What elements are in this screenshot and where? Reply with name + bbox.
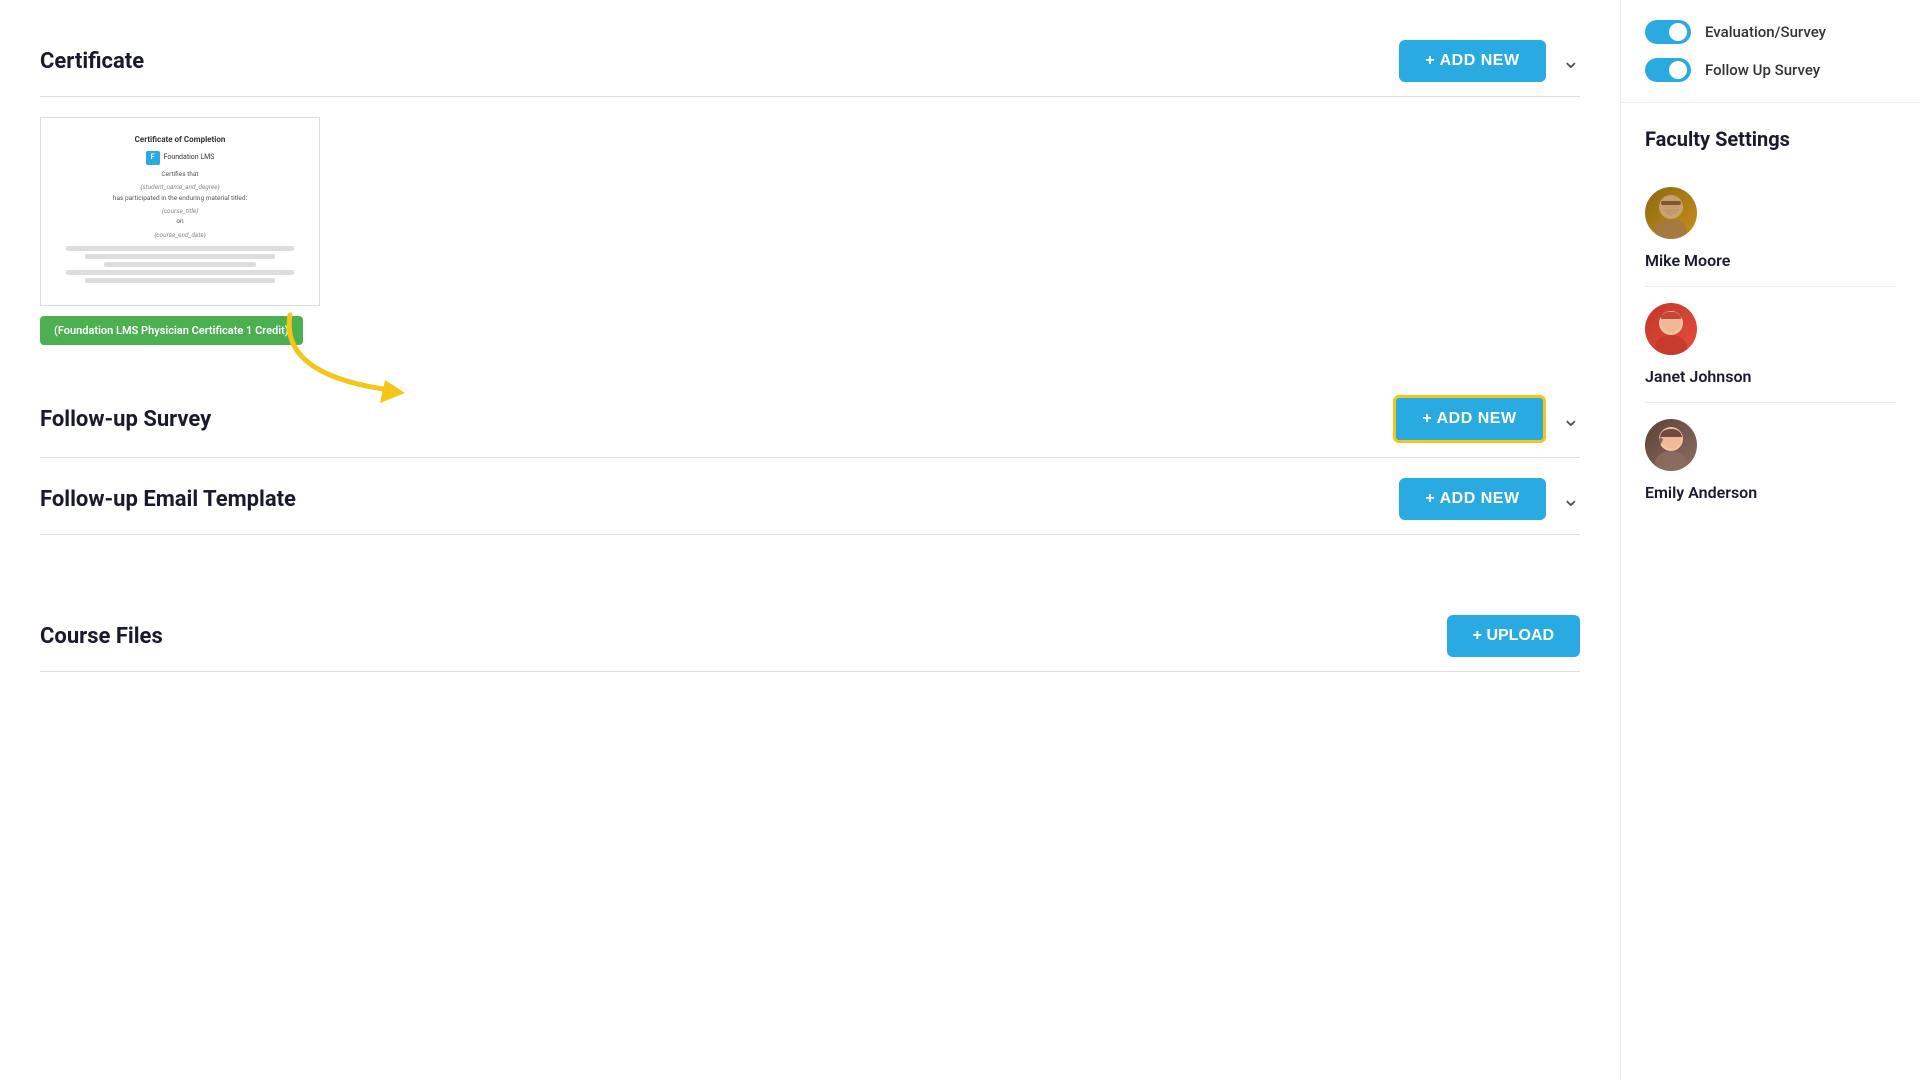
spacer [40,535,1580,595]
followup-email-add-new-button[interactable]: + ADD NEW [1399,478,1545,520]
cert-line-5 [85,278,276,283]
evaluation-survey-toggle-row: Evaluation/Survey [1645,20,1896,44]
faculty-card-mike-moore: Mike Moore [1645,171,1896,287]
followup-survey-add-new-button[interactable]: + ADD NEW [1393,395,1545,443]
followup-survey-toggle-row: Follow Up Survey [1645,58,1896,82]
followup-survey-title: Follow-up Survey [40,407,211,432]
certificate-title: Certificate [40,49,144,74]
sidebar-toggles: Evaluation/Survey Follow Up Survey [1621,0,1920,103]
sidebar: Evaluation/Survey Follow Up Survey Facul… [1620,0,1920,1080]
faculty-name-mike-moore: Mike Moore [1645,251,1730,270]
certificate-chevron-icon[interactable]: ⌄ [1562,49,1580,74]
cert-date-label: on [53,216,307,226]
cert-line-1 [66,246,295,251]
followup-survey-header-right: + ADD NEW ⌄ [1393,395,1580,443]
faculty-card-emily-anderson: Emily Anderson [1645,403,1896,518]
evaluation-survey-toggle[interactable] [1645,20,1691,44]
followup-survey-header: Follow-up Survey + ADD NEW ⌄ [40,375,1580,458]
cert-logo: F Foundation LMS [53,151,307,165]
cert-tag: (Foundation LMS Physician Certificate 1 … [40,316,303,345]
followup-email-title: Follow-up Email Template [40,487,296,512]
faculty-settings: Faculty Settings Mike Moore [1621,103,1920,542]
avatar-janet-johnson [1645,303,1697,355]
certificate-add-new-button[interactable]: + ADD NEW [1399,40,1545,82]
course-files-title: Course Files [40,624,163,649]
cert-participated: has participated in the enduring materia… [53,193,307,203]
cert-student-field: {student_name_and_degree} [53,182,307,192]
course-files-section: Course Files + UPLOAD [40,595,1580,672]
evaluation-survey-slider [1645,20,1691,44]
cert-course-title: {course_title} [53,206,307,216]
followup-survey-chevron-icon[interactable]: ⌄ [1562,407,1580,432]
certificate-section: Certificate + ADD NEW ⌄ Certificate of C… [40,20,1580,375]
cert-logo-box: F [146,151,160,165]
followup-survey-section: Follow-up Survey + ADD NEW ⌄ [40,375,1580,458]
cert-course-date: {course_end_date} [53,230,307,240]
faculty-card-janet-johnson: Janet Johnson [1645,287,1896,403]
cert-title: Certificate of Completion [53,134,307,147]
cert-line-4 [66,270,295,275]
followup-survey-slider [1645,58,1691,82]
cert-line-2 [85,254,276,259]
followup-survey-label: Follow Up Survey [1705,61,1820,79]
certificate-header: Certificate + ADD NEW ⌄ [40,20,1580,97]
followup-survey-toggle[interactable] [1645,58,1691,82]
faculty-settings-title: Faculty Settings [1645,127,1896,151]
cert-logo-text: Foundation LMS [164,152,215,163]
course-files-header-right: + UPLOAD [1447,615,1580,657]
main-content: Certificate + ADD NEW ⌄ Certificate of C… [0,0,1620,1080]
faculty-name-emily-anderson: Emily Anderson [1645,483,1757,502]
followup-email-header-right: + ADD NEW ⌄ [1399,478,1580,520]
followup-email-section: Follow-up Email Template + ADD NEW ⌄ [40,458,1580,535]
cert-certifies: Certifies that [53,169,307,179]
avatar-emily-anderson-img [1645,419,1697,471]
course-files-upload-button[interactable]: + UPLOAD [1447,615,1580,657]
followup-email-chevron-icon[interactable]: ⌄ [1562,487,1580,512]
cert-line-3 [104,262,256,267]
certificate-header-right: + ADD NEW ⌄ [1399,40,1580,82]
cert-lines [53,246,307,283]
certificate-preview: Certificate of Completion F Foundation L… [40,117,320,306]
followup-email-header: Follow-up Email Template + ADD NEW ⌄ [40,458,1580,535]
avatar-janet-johnson-img [1645,303,1697,355]
avatar-mike-moore-img [1645,187,1697,239]
course-files-header: Course Files + UPLOAD [40,595,1580,672]
avatar-mike-moore [1645,187,1697,239]
certificate-content: Certificate of Completion F Foundation L… [40,97,1580,375]
avatar-emily-anderson [1645,419,1697,471]
evaluation-survey-label: Evaluation/Survey [1705,23,1826,41]
faculty-name-janet-johnson: Janet Johnson [1645,367,1751,386]
